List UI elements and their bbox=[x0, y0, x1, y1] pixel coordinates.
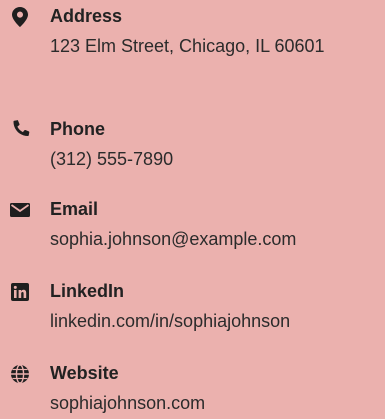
globe-icon bbox=[10, 364, 30, 384]
contact-value-address: 123 Elm Street, Chicago, IL 60601 bbox=[50, 36, 325, 56]
phone-icon bbox=[10, 120, 30, 140]
contact-label-phone: Phone bbox=[50, 119, 106, 139]
contact-value-linkedin: linkedin.com/in/sophiajohnson bbox=[50, 311, 291, 331]
contact-value-website: sophiajohnson.com bbox=[50, 393, 206, 413]
linkedin-icon bbox=[10, 282, 30, 302]
contact-label-address: Address bbox=[50, 6, 123, 26]
contact-label-linkedin: LinkedIn bbox=[50, 281, 125, 301]
contact-value-email: sophia.johnson@example.com bbox=[50, 229, 297, 249]
map-marker-icon bbox=[10, 7, 30, 27]
contact-label-website: Website bbox=[50, 363, 119, 383]
contact-value-phone: (312) 555-7890 bbox=[50, 149, 174, 169]
envelope-icon bbox=[10, 200, 30, 220]
contact-list: Address 123 Elm Street, Chicago, IL 6060… bbox=[0, 0, 385, 419]
contact-label-email: Email bbox=[50, 199, 99, 219]
